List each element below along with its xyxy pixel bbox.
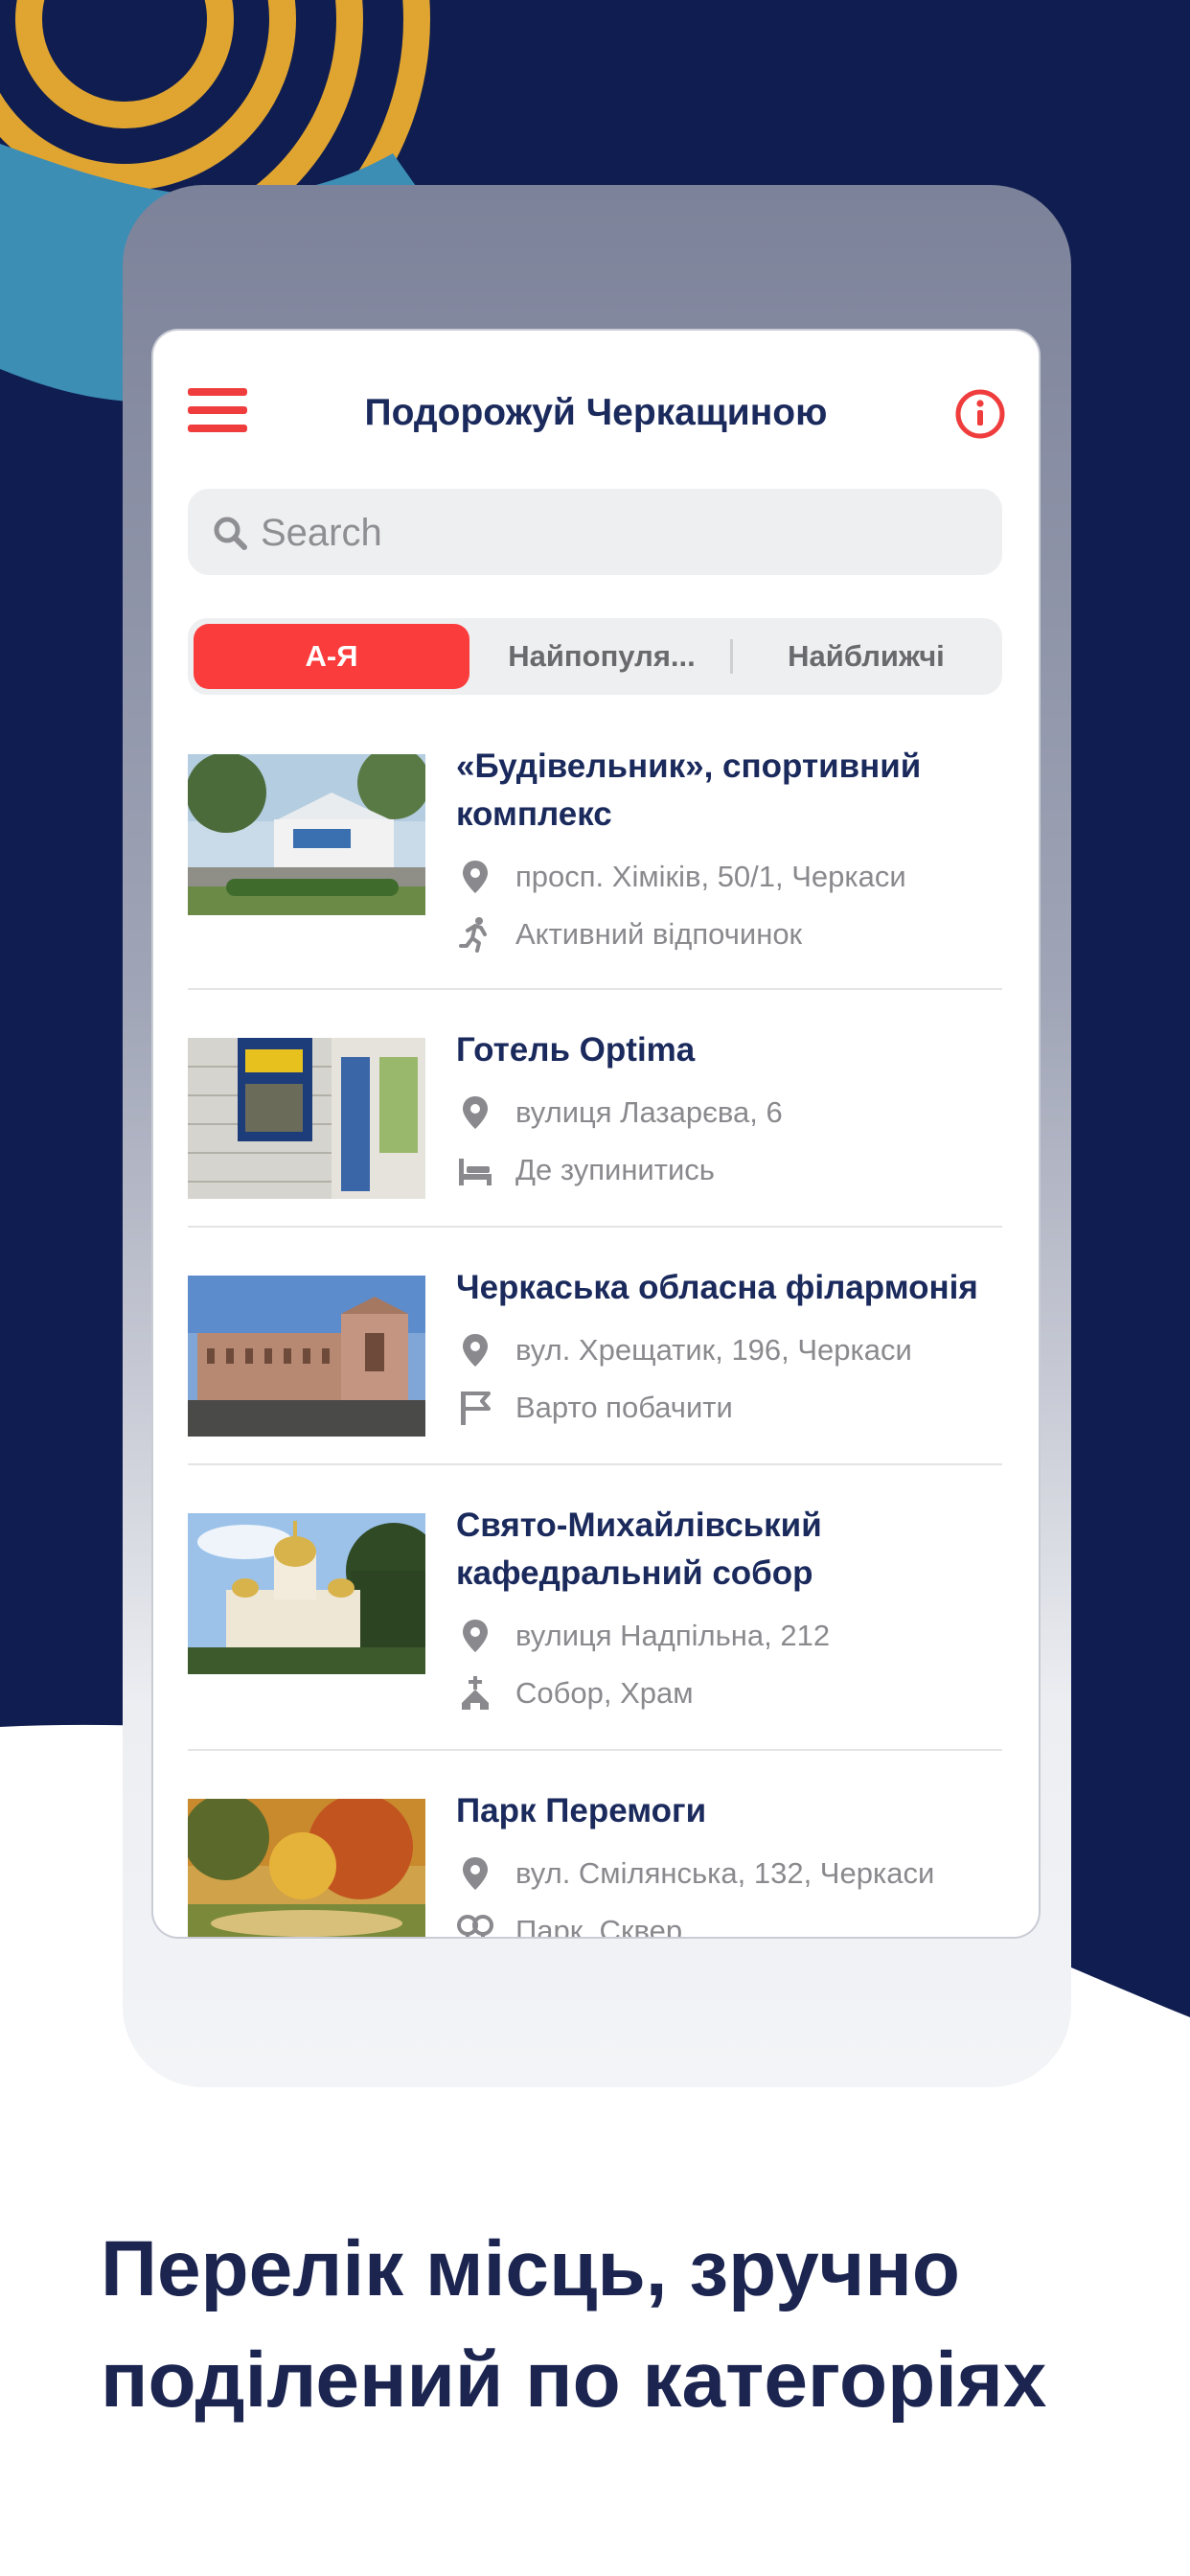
place-address-row: просп. Хіміків, 50/1, Черкаси bbox=[456, 858, 1031, 896]
search-input[interactable] bbox=[259, 489, 972, 577]
place-photo bbox=[188, 754, 425, 915]
location-pin-icon bbox=[463, 1620, 488, 1652]
bed-icon bbox=[459, 1159, 492, 1185]
segment-alphabetical[interactable]: А-Я bbox=[194, 624, 469, 689]
list-divider bbox=[188, 988, 1002, 990]
segment-divider bbox=[730, 639, 733, 674]
segment-most-popular[interactable]: Найпопуля... bbox=[475, 624, 728, 689]
location-pin-icon bbox=[463, 1096, 488, 1129]
marketing-headline: Перелік місць, зручно поділений по катег… bbox=[101, 2214, 1174, 2436]
app-title: Подорожуй Черкащиною bbox=[364, 392, 828, 433]
place-category: Варто побачити bbox=[515, 1391, 733, 1424]
place-address: вул. Хрещатик, 196, Черкаси bbox=[515, 1333, 912, 1367]
place-category: Де зупинитись bbox=[515, 1153, 715, 1186]
place-photo bbox=[188, 1038, 425, 1199]
place-category-row: Де зупинитись bbox=[456, 1151, 1031, 1189]
place-address: вулиця Лазарєва, 6 bbox=[515, 1095, 783, 1129]
place-title: Свято-Михайлівський кафедральний собор bbox=[456, 1506, 822, 1592]
place-category-row: Парк, Сквер bbox=[456, 1912, 1031, 1937]
place-category: Парк, Сквер bbox=[515, 1914, 683, 1937]
place-category: Активний відпочинок bbox=[515, 917, 803, 951]
place-photo bbox=[188, 1276, 425, 1437]
info-icon[interactable] bbox=[954, 388, 1006, 440]
flag-icon bbox=[461, 1392, 491, 1425]
location-pin-icon bbox=[463, 1334, 488, 1367]
sort-segmented-control: А-Я Найпопуля... Найближчі bbox=[188, 618, 1002, 695]
place-address: просп. Хіміків, 50/1, Черкаси bbox=[515, 860, 906, 893]
list-divider bbox=[188, 1749, 1002, 1751]
location-pin-icon bbox=[463, 1857, 488, 1890]
place-title: Черкаська обласна філармонія bbox=[456, 1269, 978, 1306]
trees-icon bbox=[457, 1915, 493, 1937]
running-person-icon bbox=[459, 917, 487, 953]
list-divider bbox=[188, 1463, 1002, 1465]
place-category-row: Варто побачити bbox=[456, 1389, 1031, 1427]
place-address: вул. Смілянська, 132, Черкаси bbox=[515, 1856, 935, 1890]
headline-line-2: поділений по категоріях bbox=[101, 2336, 1047, 2424]
place-category-row: Активний відпочинок bbox=[456, 915, 1031, 954]
navigation-bar: Подорожуй Черкащиною bbox=[153, 331, 1039, 474]
place-title: Парк Перемоги bbox=[456, 1792, 707, 1829]
place-title: «Будівельник», спортивний комплекс bbox=[456, 748, 922, 833]
list-item-philharmonic[interactable]: Черкаська обласна філармонія вул. Хрещат… bbox=[153, 1264, 1039, 1502]
place-category: Собор, Храм bbox=[515, 1676, 694, 1710]
hamburger-icon[interactable] bbox=[188, 388, 247, 432]
list-item-hotel-optima[interactable]: Готель Optima вулиця Лазарєва, 6 Де зупи… bbox=[153, 1026, 1039, 1264]
list-item-budivelnyk[interactable]: «Будівельник», спортивний комплекс просп… bbox=[153, 743, 1039, 980]
place-category-row: Собор, Храм bbox=[456, 1674, 1031, 1713]
place-title: Готель Optima bbox=[456, 1031, 696, 1069]
place-address-row: вул. Смілянська, 132, Черкаси bbox=[456, 1854, 1031, 1893]
headline-line-1: Перелік місць, зручно bbox=[101, 2225, 960, 2312]
segment-nearest[interactable]: Найближчі bbox=[736, 624, 996, 689]
app-screen: Подорожуй Черкащиною А-Я Найпопуля... На… bbox=[153, 331, 1039, 1937]
place-address-row: вул. Хрещатик, 196, Черкаси bbox=[456, 1331, 1031, 1369]
place-address: вулиця Надпільна, 212 bbox=[515, 1619, 831, 1652]
search-icon bbox=[214, 517, 247, 550]
list-item-cathedral[interactable]: Свято-Михайлівський кафедральний собор в… bbox=[153, 1502, 1039, 1739]
list-item-victory-park[interactable]: Парк Перемоги вул. Смілянська, 132, Черк… bbox=[153, 1787, 1039, 1937]
church-icon bbox=[462, 1676, 489, 1710]
location-pin-icon bbox=[463, 861, 488, 893]
place-address-row: вулиця Лазарєва, 6 bbox=[456, 1093, 1031, 1132]
place-photo bbox=[188, 1799, 425, 1937]
list-divider bbox=[188, 1226, 1002, 1228]
place-photo bbox=[188, 1513, 425, 1674]
search-bar[interactable] bbox=[188, 489, 1002, 577]
place-address-row: вулиця Надпільна, 212 bbox=[456, 1617, 1031, 1655]
